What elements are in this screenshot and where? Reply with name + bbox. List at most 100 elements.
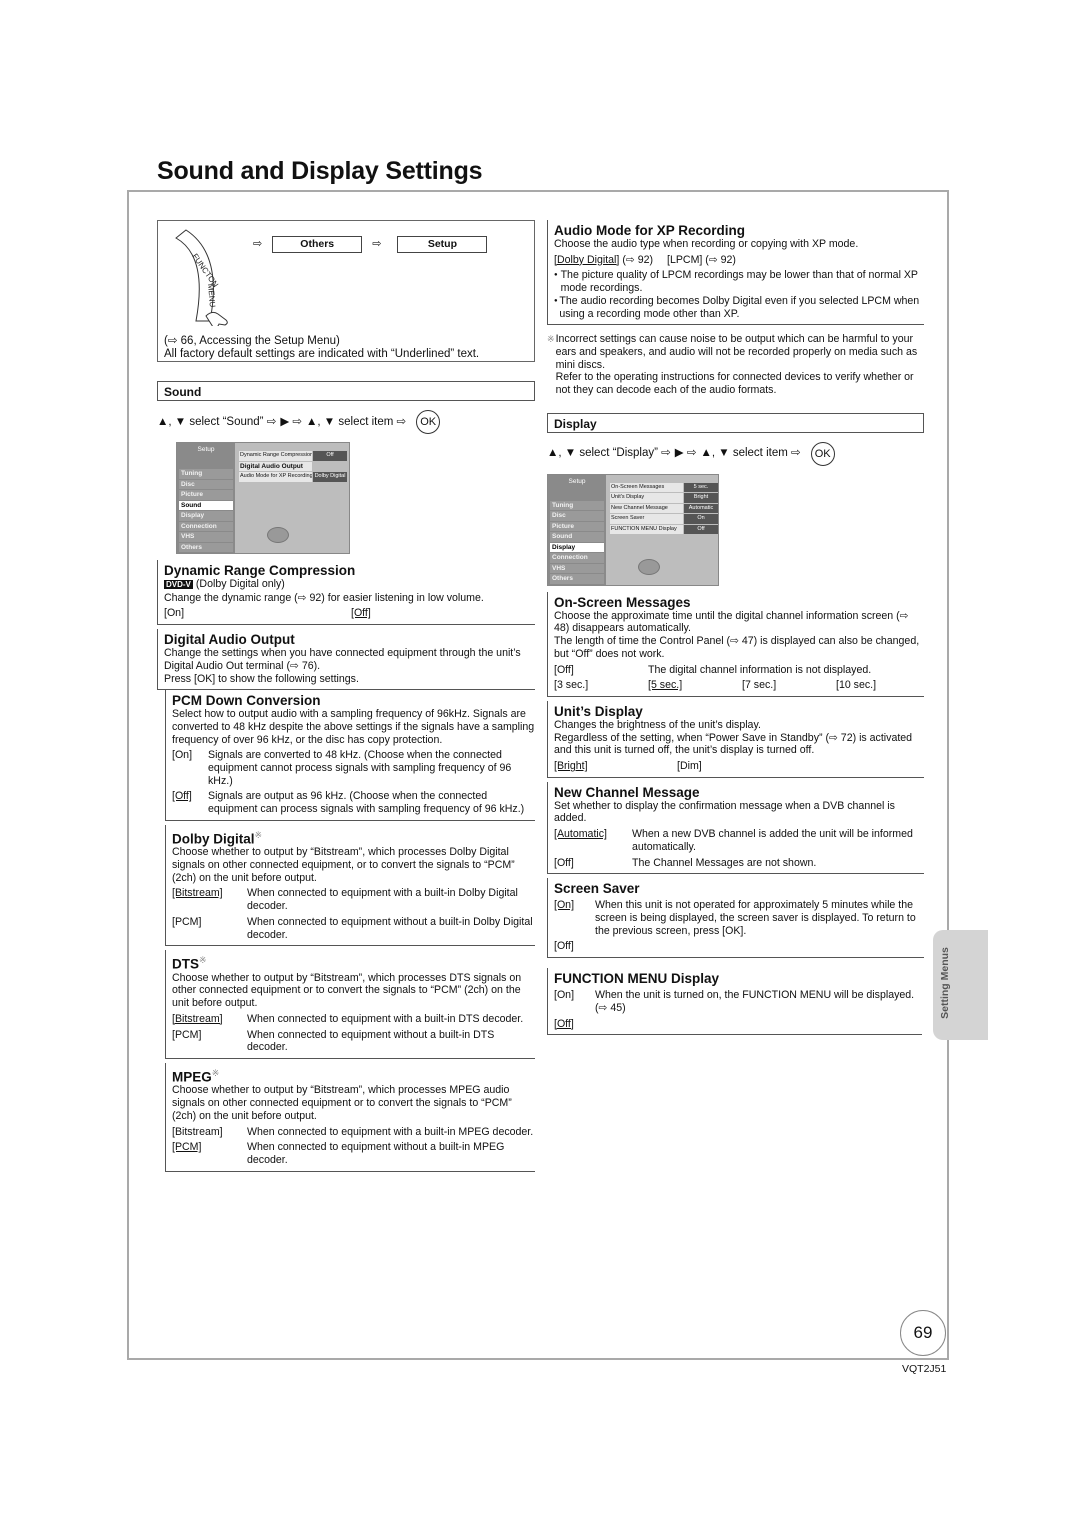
- osd-menu-item: Tuning: [179, 469, 233, 479]
- instruction-step: ▲, ▼ select item ⇨: [306, 415, 407, 428]
- osd-row-value: On: [684, 514, 718, 524]
- section-description: Select how to output audio with a sampli…: [172, 708, 535, 746]
- section-description: The length of time the Control Panel (⇨ …: [554, 635, 920, 660]
- underline-default-note: All factory default settings are indicat…: [164, 348, 480, 360]
- osd-row-key: FUNCTION MENU Display: [610, 524, 683, 535]
- page-number: 69: [900, 1310, 946, 1356]
- osd-menu-item: Disc: [550, 511, 604, 521]
- osd-menu-item: Display: [179, 511, 233, 521]
- option-key: [PCM]: [172, 1028, 202, 1041]
- dvd-v-badge: DVD-V: [164, 580, 193, 589]
- section-heading: Digital Audio Output: [164, 632, 295, 648]
- osd-menu-item: Picture: [550, 521, 604, 532]
- instruction-step: ▲, ▼ select “Sound” ⇨: [157, 415, 277, 428]
- option-ref: (⇨ 92): [622, 253, 654, 266]
- osd-menu-item: Picture: [179, 490, 233, 500]
- osd-menu-item: Connection: [550, 553, 604, 563]
- instruction-step: ▲, ▼ select “Display” ⇨: [547, 447, 671, 460]
- remote-dial-icon: [267, 527, 289, 543]
- section-heading: DTS※: [172, 953, 535, 972]
- option-desc: When connected to equipment with a built…: [247, 887, 518, 913]
- left-column: FUNCTON MENU ⇨ Others ⇨ Setup (⇨ 66, Acc…: [157, 220, 535, 1172]
- units-display-section: Unit’s Display Changes the brightness of…: [547, 700, 924, 778]
- osd-row: Audio Mode for XP Recording Dolby Digital: [239, 472, 347, 482]
- display-osd-screen: Setup Tuning Disc Picture Sound Display …: [547, 473, 719, 586]
- osd-menu-item-selected: Sound: [179, 500, 233, 510]
- function-menu-display-section: FUNCTION MENU Display [On] When the unit …: [547, 968, 922, 1036]
- osd-row-value: Off: [684, 524, 718, 535]
- heading-text: MPEG: [172, 1069, 212, 1085]
- section-heading: Dolby Digital※: [172, 828, 535, 847]
- option-row: [Off]: [554, 940, 924, 953]
- osd-menu-item: Others: [179, 542, 233, 552]
- option-row: [Off] The digital channel information is …: [554, 664, 924, 677]
- section-description: Choose whether to output by “Bitstream”,…: [172, 971, 522, 1010]
- option-key-default: [Bitstream]: [172, 1012, 223, 1025]
- section-heading: Dynamic Range Compression: [164, 563, 356, 578]
- option-key: [3 sec.]: [554, 679, 589, 692]
- option-key-default: [Bitstream]: [172, 887, 223, 900]
- footnote-mark: ※: [211, 1067, 220, 1078]
- osd-sidebar: Setup Tuning Disc Picture Sound Display …: [548, 474, 606, 585]
- pcm-down-conversion-section: PCM Down Conversion Select how to output…: [165, 690, 535, 821]
- sound-section-bar: Sound: [157, 381, 535, 401]
- option-desc: When connected to equipment with a built…: [247, 1012, 524, 1025]
- option-row: [On] [Off]: [164, 607, 535, 620]
- new-channel-message-section: New Channel Message Set whether to displ…: [547, 781, 924, 875]
- mpeg-section: MPEG※ Choose whether to output by “Bitst…: [165, 1062, 535, 1172]
- remote-dial-icon: [638, 558, 660, 575]
- option-row: [On] Signals are converted to 48 kHz. (Ch…: [172, 749, 535, 787]
- osd-menu-item: Others: [550, 574, 604, 584]
- option-key: [Off]: [554, 856, 574, 869]
- document-code: VQT2J51: [902, 1363, 947, 1375]
- footnote-text: Refer to the operating instructions for …: [555, 371, 914, 397]
- option-desc: When a new DVB channel is added the unit…: [632, 828, 913, 853]
- section-heading: On-Screen Messages: [554, 594, 691, 610]
- digital-audio-output-section: Digital Audio Output Change the settings…: [157, 629, 535, 691]
- option-key: [On]: [164, 607, 185, 620]
- option-key: [LPCM] (⇨ 92): [667, 253, 736, 266]
- osd-row-value: 5 sec.: [684, 482, 718, 493]
- dts-section: DTS※ Choose whether to output by “Bitstr…: [165, 950, 535, 1059]
- others-menu-button[interactable]: Others: [272, 236, 363, 253]
- section-description: Choose the audio type when recording or …: [554, 238, 859, 250]
- osd-menu-item: Sound: [550, 532, 604, 542]
- bullet-text: The picture quality of LPCM recordings m…: [560, 269, 918, 295]
- option-key: [7 sec.]: [742, 679, 777, 692]
- section-note: DVD-V (Dolby Digital only): [164, 578, 535, 592]
- setup-menu-button[interactable]: Setup: [397, 236, 488, 253]
- footnote-mark: ※: [547, 334, 555, 345]
- option-key-default: [5 sec.]: [648, 679, 683, 692]
- bullet-item: ● The audio recording becomes Dolby Digit…: [554, 295, 924, 320]
- display-section-bar: Display: [547, 412, 924, 433]
- option-row: [Automatic] When a new DVB channel is add…: [554, 828, 924, 853]
- osd-row-value: [313, 461, 347, 471]
- option-row: [PCM] When connected to equipment without…: [172, 916, 535, 941]
- option-row: [3 sec.] [5 sec.] [7 sec.] [10 sec.]: [554, 679, 924, 692]
- option-desc: When this unit is not operated for appro…: [595, 899, 916, 937]
- option-desc: The Channel Messages are not shown.: [632, 856, 817, 869]
- option-desc: The digital channel information is not d…: [648, 663, 872, 676]
- osd-row-value: Bright: [684, 493, 718, 503]
- option-row: [Bitstream] When connected to equipment w…: [172, 1126, 535, 1139]
- option-row: [Bitstream] When connected to equipment w…: [172, 1013, 535, 1026]
- osd-row-value: Dolby Digital: [313, 472, 347, 482]
- option-desc: Signals are converted to 48 kHz. (Choose…: [208, 749, 512, 787]
- screen-saver-section: Screen Saver [On] When this unit is not o…: [547, 878, 924, 959]
- section-heading: Audio Mode for XP Recording: [554, 223, 746, 238]
- osd-menu-item: Connection: [179, 521, 233, 531]
- osd-menu-item: VHS: [179, 532, 233, 542]
- option-row: [Off] The Channel Messages are not shown.: [554, 857, 924, 870]
- osd-row: New Channel Message Automatic: [610, 503, 718, 514]
- option-row: [Bitstream] When connected to equipment w…: [172, 887, 535, 912]
- instruction-step: ▶ ⇨: [674, 447, 697, 460]
- navigation-box: FUNCTON MENU ⇨ Others ⇨ Setup (⇨ 66, Acc…: [157, 220, 535, 362]
- osd-menu-item: VHS: [550, 563, 604, 574]
- section-heading: Unit’s Display: [554, 703, 643, 719]
- osd-row-key: Dynamic Range Compression: [239, 451, 312, 461]
- osd-row: Dynamic Range Compression Off: [239, 451, 347, 461]
- footnote-text: Incorrect settings can cause noise to be…: [555, 333, 918, 371]
- osd-row-value: Off: [313, 451, 347, 461]
- option-desc: When connected to equipment without a bu…: [247, 915, 533, 941]
- bullet-text: The audio recording becomes Dolby Digita…: [559, 294, 920, 320]
